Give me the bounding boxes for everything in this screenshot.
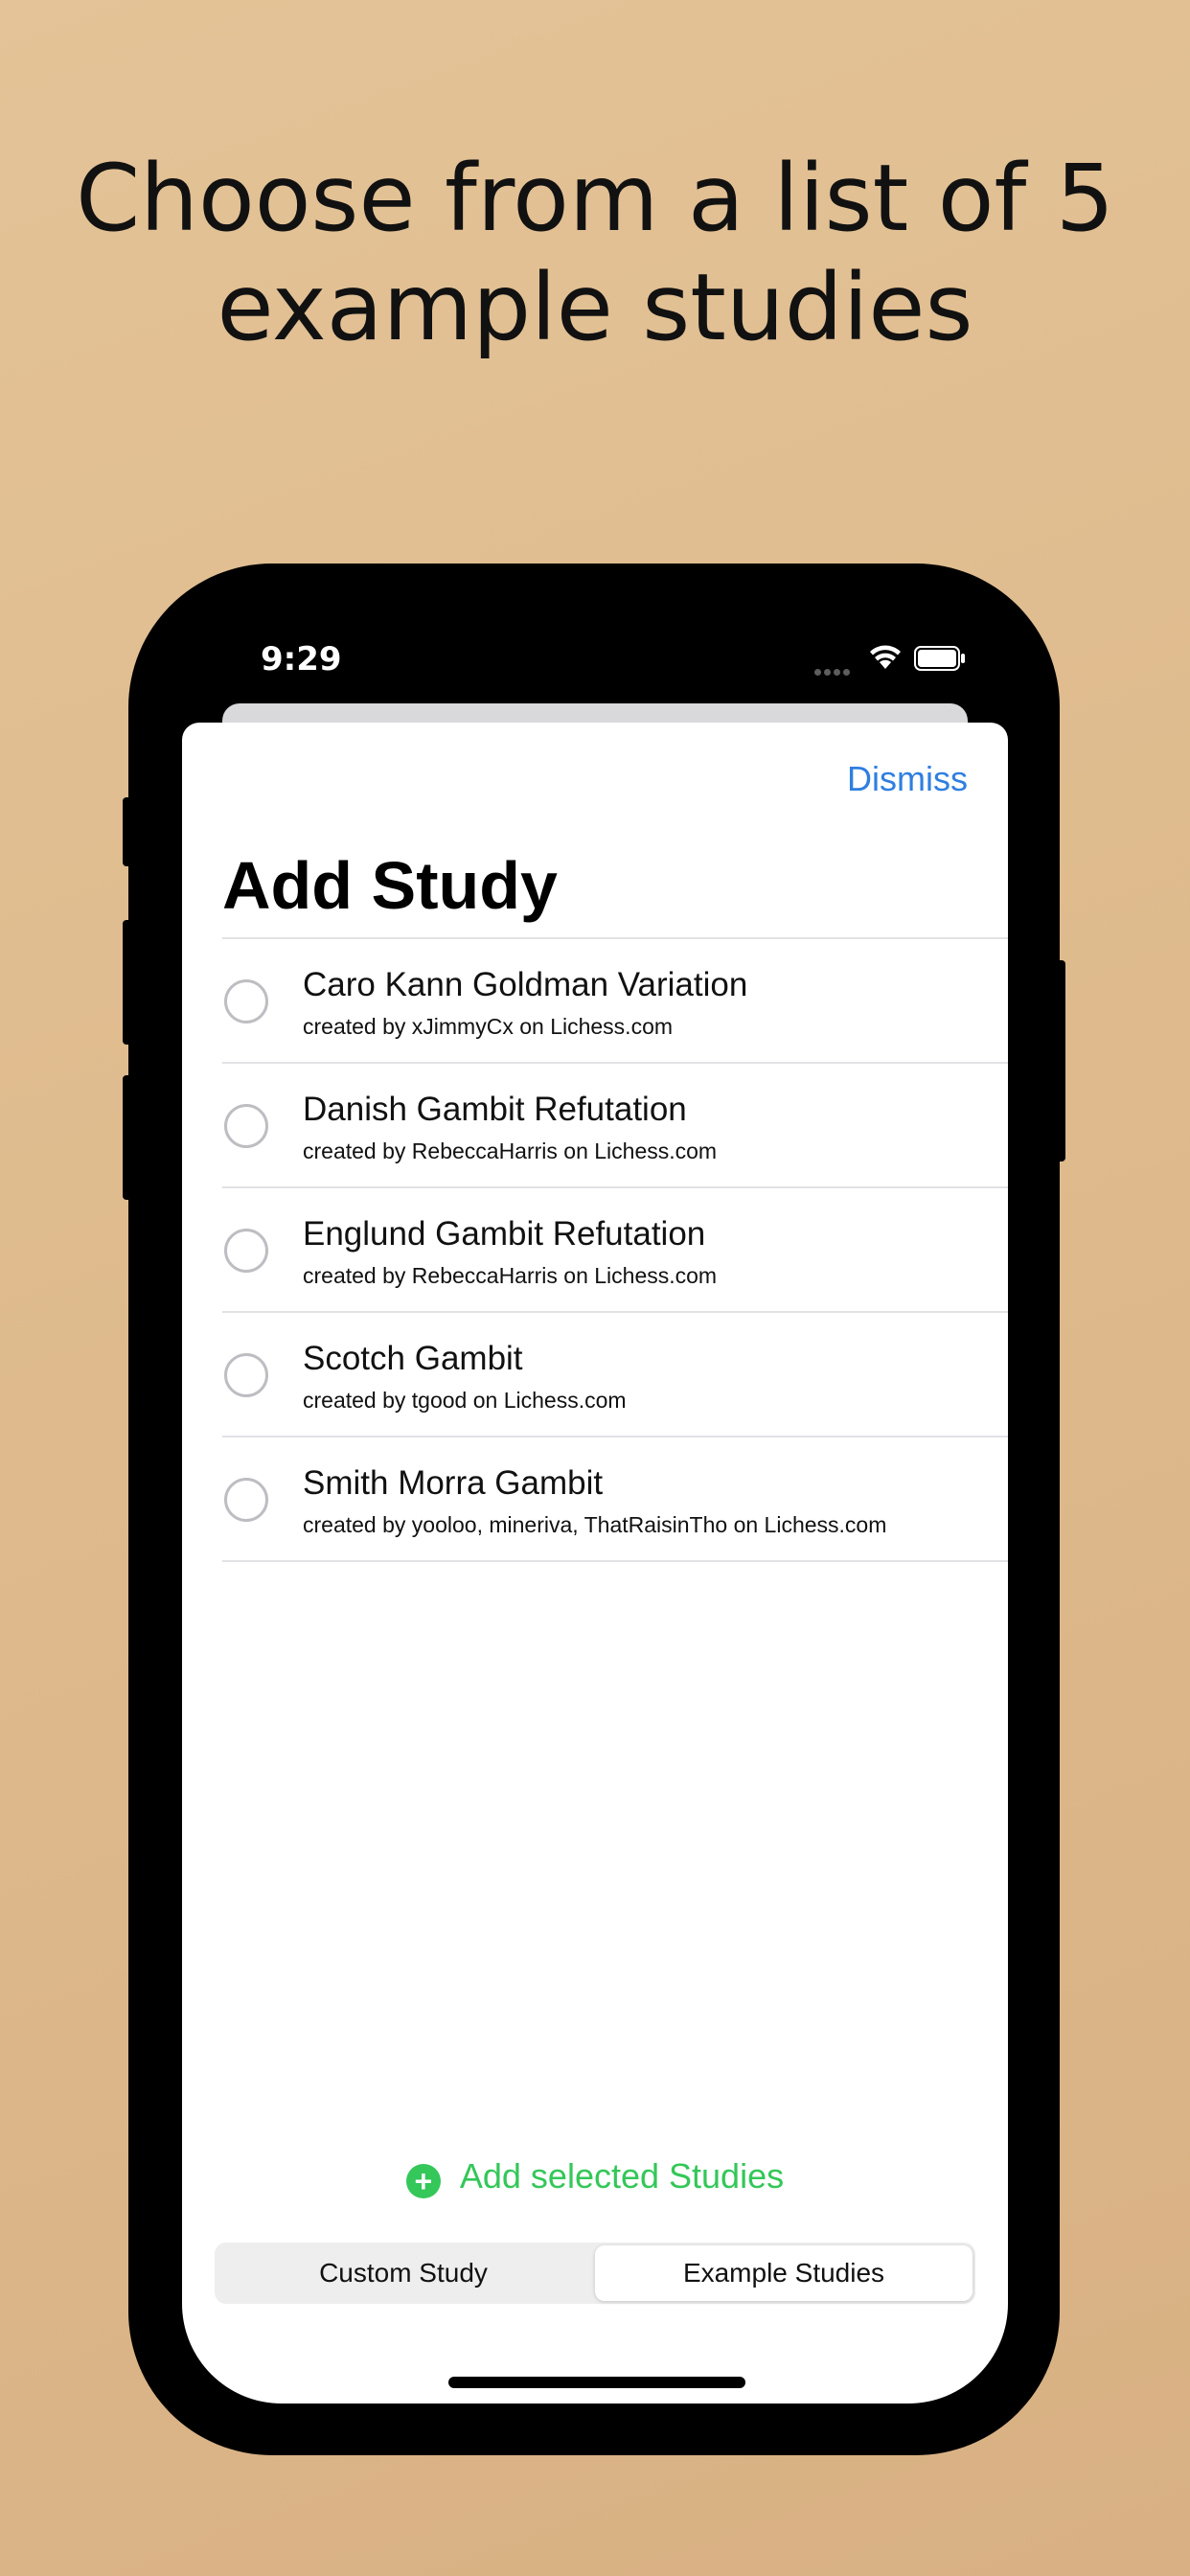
page-title: Add Study [222,848,558,923]
headline-line-1: Choose from a list of 5 [76,145,1114,252]
home-indicator[interactable] [448,2377,745,2388]
study-list: Caro Kann Goldman Variation created by x… [222,937,1008,1562]
study-title: Smith Morra Gambit [303,1464,604,1502]
study-title: Danish Gambit Refutation [303,1091,687,1128]
list-item[interactable]: Caro Kann Goldman Variation created by x… [222,937,1008,1062]
radio-unselected-icon[interactable] [224,1353,268,1397]
add-selected-studies-button[interactable]: + Add selected Studies [182,2156,1008,2198]
study-type-segmented-control: Custom Study Example Studies [215,2242,975,2304]
study-author: created by xJimmyCx on Lichess.com [303,1014,674,1039]
signal-dots-icon [814,663,853,680]
radio-unselected-icon[interactable] [224,979,268,1024]
dismiss-button[interactable]: Dismiss [847,759,968,799]
plus-circle-icon: + [405,2164,441,2198]
headline-line-2: example studies [217,254,973,361]
study-author: created by yooloo, mineriva, ThatRaisinT… [303,1512,887,1537]
study-author: created by tgood on Lichess.com [303,1388,627,1413]
status-time: 9:29 [261,640,342,678]
list-item[interactable]: Smith Morra Gambit created by yooloo, mi… [222,1436,1008,1562]
status-icons [814,644,968,677]
list-item[interactable]: Scotch Gambit created by tgood on Liches… [222,1311,1008,1436]
add-study-sheet: Dismiss Add Study Caro Kann Goldman Vari… [182,723,1008,2404]
radio-unselected-icon[interactable] [224,1229,268,1273]
study-title: Caro Kann Goldman Variation [303,966,748,1003]
wifi-icon [870,645,901,669]
radio-unselected-icon[interactable] [224,1104,268,1148]
radio-unselected-icon[interactable] [224,1478,268,1522]
study-title: Englund Gambit Refutation [303,1215,706,1253]
study-author: created by RebeccaHarris on Lichess.com [303,1138,718,1163]
list-item[interactable]: Englund Gambit Refutation created by Reb… [222,1186,1008,1311]
study-author: created by RebeccaHarris on Lichess.com [303,1263,718,1288]
segment-custom-study[interactable]: Custom Study [215,2242,592,2304]
marketing-headline: Choose from a list of 5 example studies [0,144,1190,362]
segment-example-studies[interactable]: Example Studies [595,2245,973,2301]
battery-icon [914,646,965,671]
add-selected-label: Add selected Studies [459,2156,785,2196]
list-item[interactable]: Danish Gambit Refutation created by Rebe… [222,1062,1008,1186]
study-title: Scotch Gambit [303,1340,523,1377]
